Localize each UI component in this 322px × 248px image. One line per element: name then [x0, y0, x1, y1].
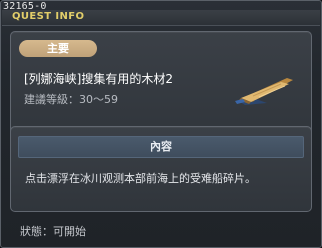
- quest-content-panel: 內容 点击漂浮在冰川观测本部前海上的受难船碎片。: [10, 126, 312, 212]
- window-title: QUEST INFO: [12, 11, 85, 22]
- quest-status: 狀態：可開始: [20, 225, 86, 238]
- quest-name: [列娜海峡]搜集有用的木材2: [24, 72, 173, 86]
- title-bar[interactable]: QUEST INFO: [2, 10, 320, 26]
- quest-info-window: QUEST INFO 32165-0 主要 [列娜海峡]搜集有用的木材2 建議等…: [0, 0, 322, 248]
- wood-planks-icon: [235, 78, 293, 105]
- quest-level: 建議等級：30～59: [24, 93, 118, 106]
- quest-id: 32165-0: [3, 1, 47, 12]
- content-header: 內容: [18, 136, 304, 158]
- content-description: 点击漂浮在冰川观测本部前海上的受难船碎片。: [25, 172, 256, 185]
- quest-category-badge: 主要: [19, 40, 97, 57]
